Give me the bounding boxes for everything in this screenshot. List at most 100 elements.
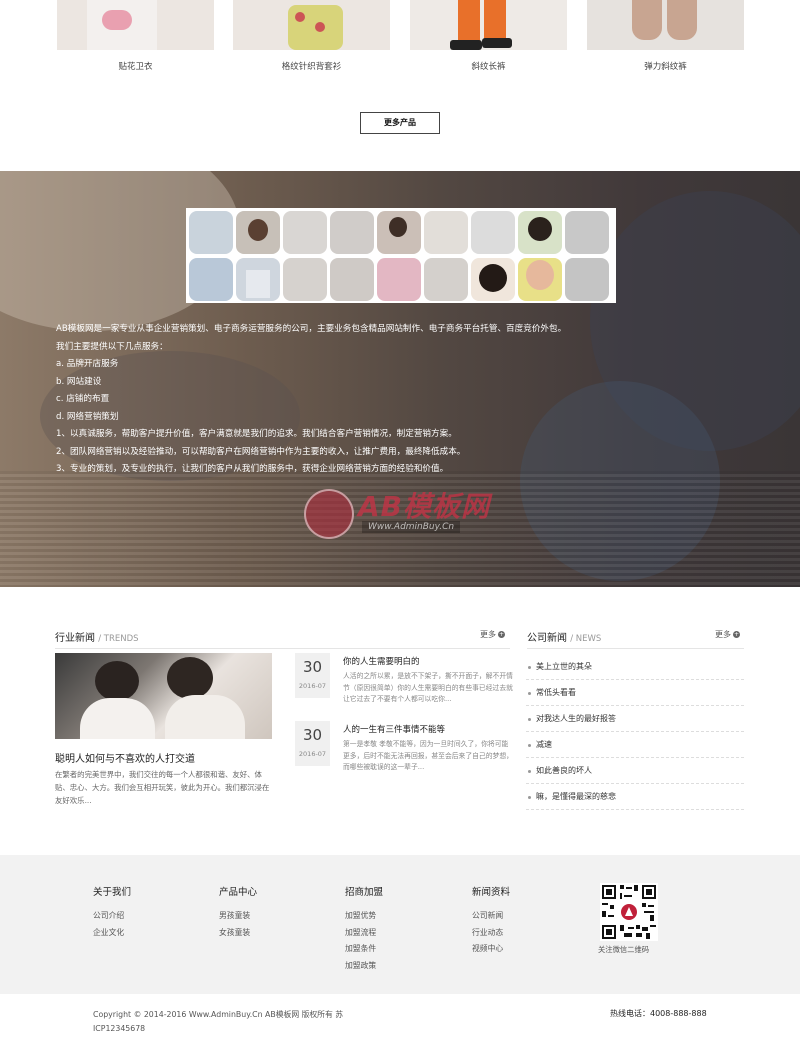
gallery-thumb[interactable] [283,258,327,301]
featured-news-desc: 在繁者的完美世界中，我们交往的每一个人都很和谐、友好、体贴、忠心、大方。我们会互… [55,770,270,805]
featured-news-title[interactable]: 聪明人如何与不喜欢的人打交道 [55,750,195,765]
hero-line: b. 网站建设 [56,376,102,387]
date-month: 2016-07 [298,682,327,690]
industry-news-heading: 行业新闻 / TRENDS [55,629,139,644]
plus-icon: + [733,631,740,638]
company-news-heading: 公司新闻 / NEWS [527,629,601,644]
news-section: 行业新闻 / TRENDS 更多 + 聪明人如何与不喜欢的人打交道 在繁者的完美世… [0,620,800,855]
footer-link[interactable]: 公司新闻 [472,908,572,925]
product-name[interactable]: 斜纹长裤 [410,60,567,72]
product-card[interactable]: 贴花卫衣 [57,0,214,72]
news-title[interactable]: 你的人生需要明白的 [343,655,420,667]
footer-link[interactable]: 女孩童装 [219,925,319,942]
product-name[interactable]: 弹力斜纹裤 [587,60,744,72]
gallery-thumb[interactable] [189,258,233,301]
featured-news-image[interactable] [55,653,272,739]
hotline-text: 热线电话：4008-888-888 [610,1009,707,1018]
date-day: 30 [302,658,323,676]
gallery-thumb[interactable] [518,258,562,301]
list-item[interactable]: 如此善良的坏人 [526,758,744,784]
footer-column: 产品中心 男孩童装 女孩童装 [219,884,319,941]
list-item[interactable]: 减速 [526,732,744,758]
news-title[interactable]: 人的一生有三件事情不能等 [343,723,445,735]
gallery-thumb[interactable] [471,211,515,254]
watermark-logo: AB模板网 Www.AdminBuy.Cn [304,481,514,551]
more-label[interactable]: 更多 [480,630,496,639]
industry-news-subtitle: / TRENDS [98,634,139,644]
copyright-text: Copyright © 2014-2016 Www.AdminBuy.Cn AB… [93,1010,344,1033]
product-card[interactable]: 格纹针织背套衫 [233,0,390,72]
copyright-bar: Copyright © 2014-2016 Www.AdminBuy.Cn AB… [0,994,800,1047]
news-desc: 第一是孝敬 孝敬不能等，因为一旦时间久了，你将可能更多，后时不能无法再回报，甚至… [343,740,513,771]
industry-news-more-link[interactable]: 更多 + [480,629,505,640]
footer-link[interactable]: 男孩童装 [219,908,319,925]
gallery-thumb[interactable] [330,211,374,254]
company-news-title: 公司新闻 [527,633,567,644]
gallery-thumb[interactable] [377,258,421,301]
gallery-thumb[interactable] [518,211,562,254]
hero-line: c. 店铺的布置 [56,394,110,404]
list-item[interactable]: 常低头看看 [526,680,744,706]
gallery-thumb[interactable] [471,258,515,301]
product-name[interactable]: 格纹针织背套衫 [233,60,390,72]
product-image[interactable] [57,0,214,50]
list-item[interactable]: 嘛，是懂得最深的慈悲 [526,784,744,810]
company-news-more-link[interactable]: 更多 + [715,629,740,640]
product-card[interactable]: 弹力斜纹裤 [587,0,744,72]
logo-text: AB模板网 [358,490,491,523]
wechat-qr-code [600,883,658,941]
qr-code-icon [600,883,658,941]
gallery-thumb[interactable] [565,211,609,254]
product-image[interactable] [410,0,567,50]
date-box: 30 2016-07 [295,653,330,698]
logo-icon [304,489,354,539]
list-item[interactable]: 对我达人生的最好报答 [526,706,744,732]
footer-column: 招商加盟 加盟优势 加盟流程 加盟条件 加盟政策 [345,884,445,974]
hero-line: AB模板网是一家专业从事企业营销策划、电子商务运营服务的公司，主要业务包含精品网… [56,324,567,334]
hero-line: 1、以真诚服务，帮助客户提升价值，客户满意就是我们的追求。我们结合客户营销情况，… [56,429,457,439]
list-item[interactable]: 美上立世的其朵 [526,654,744,680]
plus-icon: + [498,631,505,638]
gallery-thumb[interactable] [424,258,468,301]
hero-line: d. 网络营销策划 [56,411,119,422]
hero-line: 我们主要提供以下几点服务： [56,341,168,352]
gallery-thumb[interactable] [565,258,609,301]
footer: 关于我们 公司介绍 企业文化 产品中心 男孩童装 女孩童装 招商加盟 加盟优势 … [0,855,800,994]
product-image[interactable] [587,0,744,50]
footer-link[interactable]: 行业动态 [472,925,572,942]
gallery-thumb[interactable] [424,211,468,254]
footer-column-title: 产品中心 [219,887,258,898]
hero-line: a. 品牌开店服务 [56,359,119,369]
footer-link[interactable]: 加盟政策 [345,958,445,975]
company-news-subtitle: / NEWS [570,634,602,644]
more-products-button[interactable]: 更多产品 [360,112,440,134]
footer-column: 新闻资料 公司新闻 行业动态 视频中心 [472,884,572,958]
footer-link[interactable]: 加盟条件 [345,941,445,958]
product-image[interactable] [233,0,390,50]
industry-news-title: 行业新闻 [55,633,95,644]
news-desc: 人活的之所以累，是放不下架子，撕不开面子，解不开情节（原因很简单）你的人生需要明… [343,672,513,703]
gallery-thumb[interactable] [377,211,421,254]
footer-link[interactable]: 加盟流程 [345,925,445,942]
gallery-thumb[interactable] [330,258,374,301]
gallery-thumb[interactable] [283,211,327,254]
gallery-thumb[interactable] [236,258,280,301]
footer-link[interactable]: 企业文化 [93,925,193,942]
footer-column-title: 新闻资料 [472,887,511,898]
hero-banner: AB模板网是一家专业从事企业营销策划、电子商务运营服务的公司，主要业务包含精品网… [0,171,800,587]
footer-link[interactable]: 加盟优势 [345,908,445,925]
footer-link[interactable]: 视频中心 [472,941,572,958]
footer-column-title: 关于我们 [93,887,132,898]
date-box: 30 2016-07 [295,721,330,766]
gallery-thumb[interactable] [236,211,280,254]
footer-column: 关于我们 公司介绍 企业文化 [93,884,193,941]
thumbnail-gallery [186,208,616,303]
more-label[interactable]: 更多 [715,630,731,639]
product-name[interactable]: 贴花卫衣 [57,60,214,72]
date-month: 2016-07 [298,750,327,758]
company-news-list: 美上立世的其朵 常低头看看 对我达人生的最好报答 减速 如此善良的坏人 嘛，是懂… [526,654,744,810]
product-card[interactable]: 斜纹长裤 [410,0,567,72]
gallery-thumb[interactable] [189,211,233,254]
footer-link[interactable]: 公司介绍 [93,908,193,925]
date-day: 30 [302,726,323,744]
